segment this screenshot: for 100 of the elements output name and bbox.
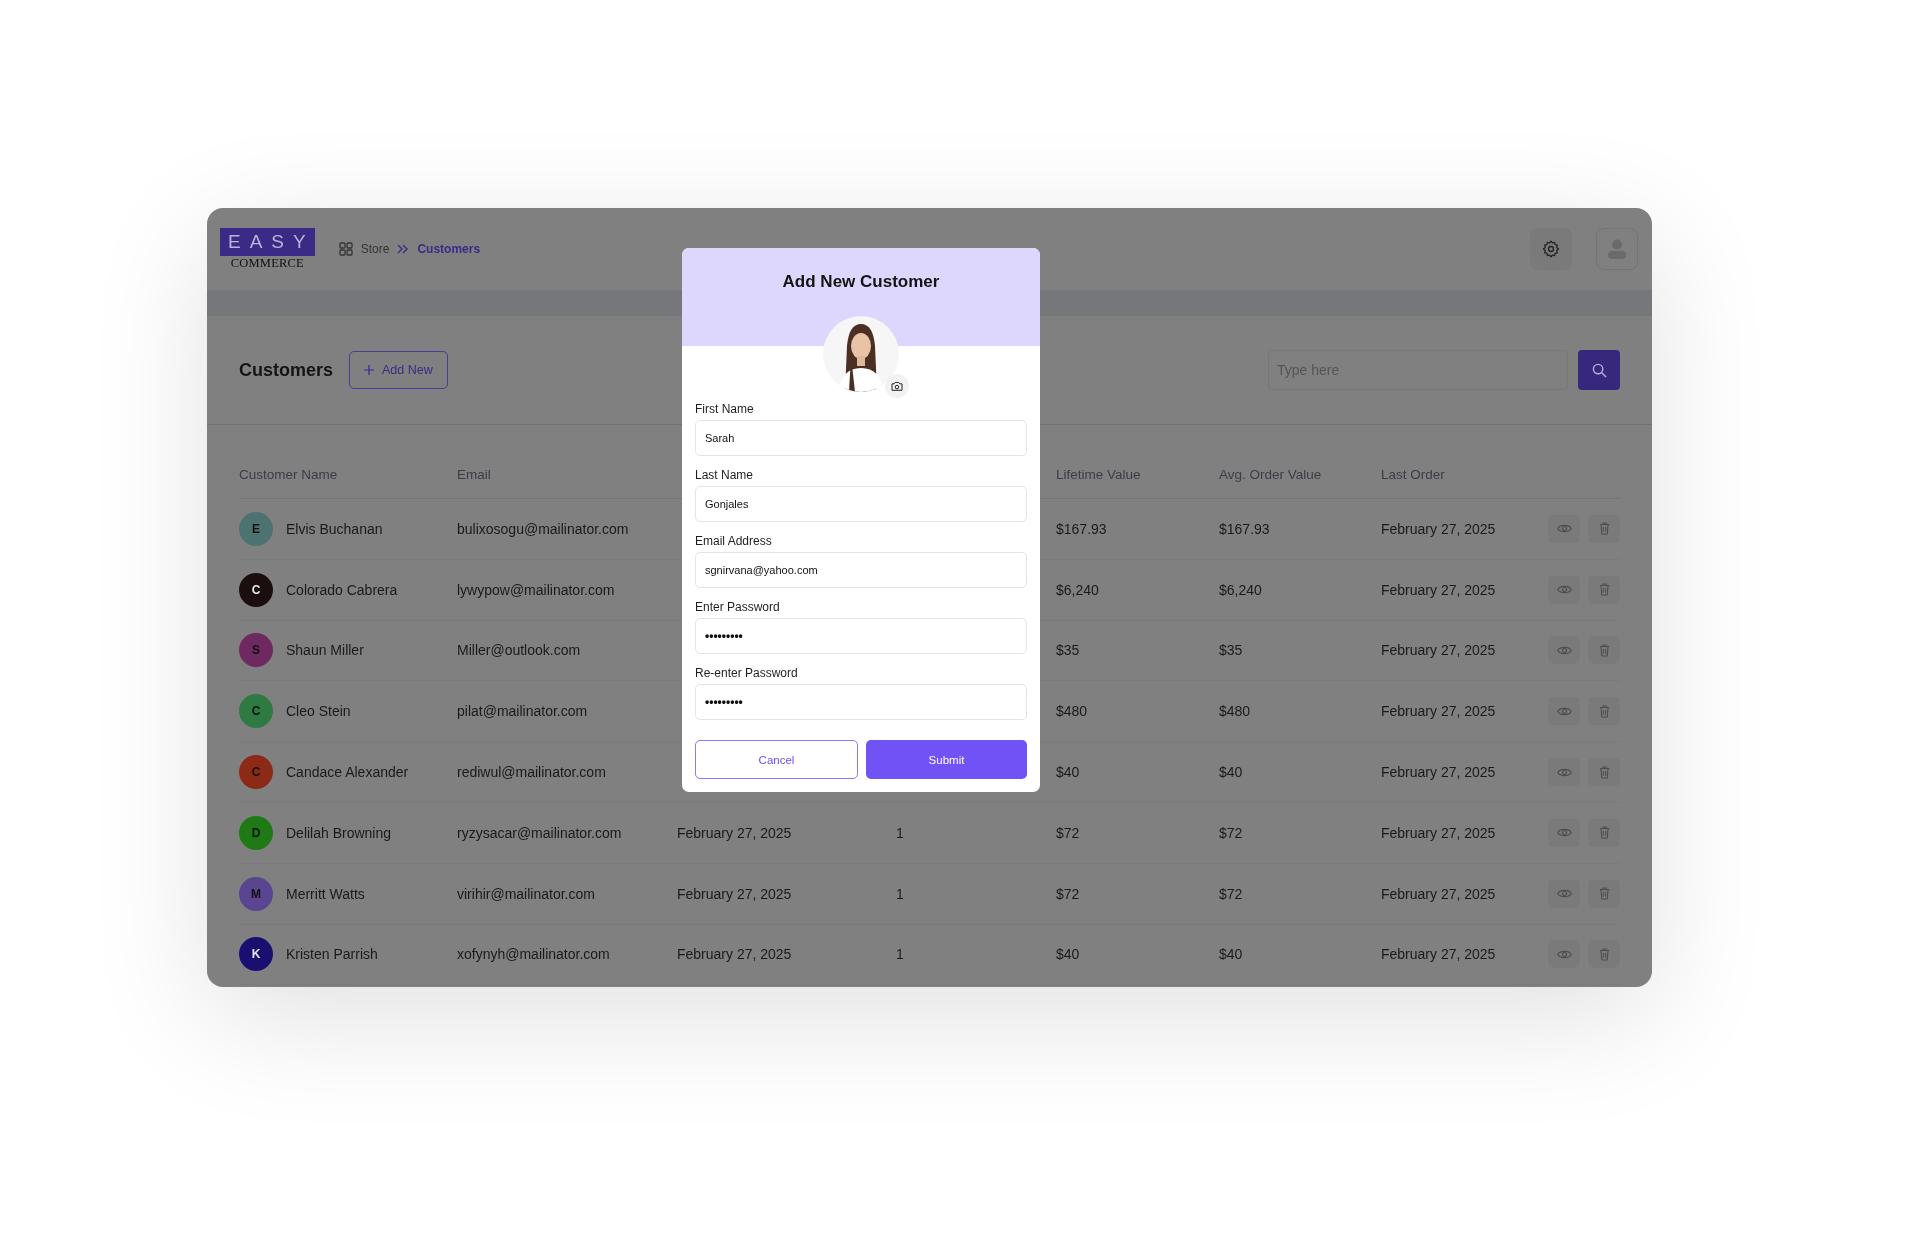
search-button[interactable]: [1578, 350, 1620, 390]
table-cell: 1: [896, 946, 904, 963]
logo-wordmark: EASY: [220, 227, 315, 256]
delete-button[interactable]: [1588, 879, 1620, 908]
eye-icon: [1556, 888, 1572, 900]
table-cell-text: February 27, 2025: [1381, 642, 1497, 659]
delete-button[interactable]: [1588, 514, 1620, 543]
settings-icon: [1541, 239, 1561, 259]
table-cell-text: $35: [1056, 642, 1081, 659]
eye-icon: [1556, 827, 1572, 839]
trash-icon: [1598, 765, 1610, 779]
submit-button[interactable]: Submit: [866, 740, 1027, 779]
table-cell-text: $6,240: [1056, 581, 1100, 598]
table-cell-text: Miller@outlook.com: [457, 642, 582, 659]
table-cell: Shaun Miller: [286, 642, 364, 659]
view-button[interactable]: [1548, 879, 1580, 908]
column-header: Customer Name: [239, 467, 339, 482]
avatar-initial: D: [239, 815, 273, 850]
input-field[interactable]: sgnirvana@yahoo.com: [695, 552, 1027, 588]
eye-icon: [1556, 705, 1572, 717]
trash-icon: [1598, 947, 1610, 961]
table-cell-text: $40: [1219, 764, 1244, 781]
delete-button[interactable]: [1588, 697, 1620, 726]
delete-button[interactable]: [1588, 575, 1620, 604]
table-cell: Cleo Stein: [286, 703, 351, 720]
table-cell: 1: [896, 824, 904, 841]
table-cell-text: $72: [1056, 824, 1081, 841]
table-cell-text: February 27, 2025: [1381, 946, 1497, 963]
trash-icon: [1598, 522, 1610, 536]
table-cell: Delilah Browning: [286, 824, 392, 841]
settings-button[interactable]: [1530, 228, 1572, 270]
table-cell-text: February 27, 2025: [1381, 764, 1497, 781]
delete-button[interactable]: [1588, 636, 1620, 665]
password-field[interactable]: •••••••••: [695, 684, 1027, 720]
logo-subtitle: COMMERCE: [230, 255, 304, 271]
field-label: Re-enter Password: [695, 666, 799, 680]
table-cell-text: pilat@mailinator.com: [457, 703, 589, 720]
password-field[interactable]: •••••••••: [695, 618, 1027, 654]
table-cell: February 27, 2025: [677, 824, 792, 841]
table-cell: February 27, 2025: [677, 946, 792, 963]
table-cell-text: lywypow@mailinator.com: [457, 581, 616, 598]
table-cell: Merritt Watts: [286, 885, 365, 902]
table-cell-text: $35: [1219, 642, 1244, 659]
table-cell-text: rediwul@mailinator.com: [457, 764, 607, 781]
view-button[interactable]: [1548, 636, 1580, 665]
search-icon: [1591, 362, 1607, 378]
table-cell: Colorado Cabrera: [286, 581, 398, 598]
view-button[interactable]: [1548, 575, 1580, 604]
column-header: Avg. Order Value: [1219, 467, 1323, 482]
camera-button[interactable]: [885, 374, 909, 398]
trash-icon: [1598, 583, 1610, 597]
input-field[interactable]: Sarah: [695, 420, 1027, 456]
input-field[interactable]: Gonjales: [695, 486, 1027, 522]
view-button[interactable]: [1548, 697, 1580, 726]
avatar-initial: E: [239, 511, 273, 546]
table-cell-text: February 27, 2025: [1381, 703, 1497, 720]
avatar-initial: C: [239, 755, 273, 790]
field-label: Enter Password: [695, 600, 781, 614]
table-cell-text: February 27, 2025: [1381, 824, 1497, 841]
delete-button[interactable]: [1588, 758, 1620, 787]
delete-button[interactable]: [1588, 818, 1620, 847]
camera-icon: [891, 381, 903, 391]
view-button[interactable]: [1548, 940, 1580, 969]
trash-icon: [1598, 826, 1610, 840]
dialog-title: Add New Customer: [782, 272, 940, 293]
table-cell-text: $6,240: [1219, 581, 1263, 598]
table-cell-text: ryzysacar@mailinator.com: [457, 824, 623, 841]
field-label: Email Address: [695, 534, 773, 548]
delete-button[interactable]: [1588, 940, 1620, 969]
chevrons-icon: [397, 244, 410, 254]
avatar-initial: C: [239, 572, 273, 607]
avatar-initial: C: [239, 694, 273, 729]
table-cell-text: February 27, 2025: [1381, 581, 1497, 598]
view-button[interactable]: [1548, 514, 1580, 543]
table-cell: Elvis Buchanan: [286, 520, 383, 537]
table-cell: February 27, 2025: [677, 885, 792, 902]
page-title: Customers: [239, 359, 334, 381]
column-header: Email: [457, 467, 492, 482]
trash-icon: [1598, 644, 1610, 657]
table-cell-text: $167.93: [1219, 520, 1271, 537]
eye-icon: [1556, 766, 1572, 778]
avatar-initial: M: [239, 876, 273, 911]
table-cell: Candace Alexander: [286, 764, 409, 781]
view-button[interactable]: [1548, 818, 1580, 847]
avatar-initial: K: [239, 937, 273, 972]
table-cell-text: $72: [1056, 885, 1081, 902]
field-label: First Name: [695, 402, 755, 416]
eye-icon: [1556, 645, 1572, 656]
table-cell-text: bulixosogu@mailinator.com: [457, 520, 630, 537]
table-cell-text: $40: [1219, 946, 1244, 963]
table-cell-text: $40: [1056, 764, 1081, 781]
table-cell-text: February 27, 2025: [1381, 520, 1497, 537]
eye-icon: [1556, 584, 1572, 596]
eye-icon: [1556, 523, 1572, 535]
column-header: Lifetime Value: [1056, 467, 1142, 482]
view-button[interactable]: [1548, 758, 1580, 787]
table-cell: Kristen Parrish: [286, 946, 378, 963]
cancel-button[interactable]: Cancel: [695, 740, 858, 779]
avatar-initial: S: [239, 633, 273, 668]
table-cell-text: $167.93: [1056, 520, 1108, 537]
